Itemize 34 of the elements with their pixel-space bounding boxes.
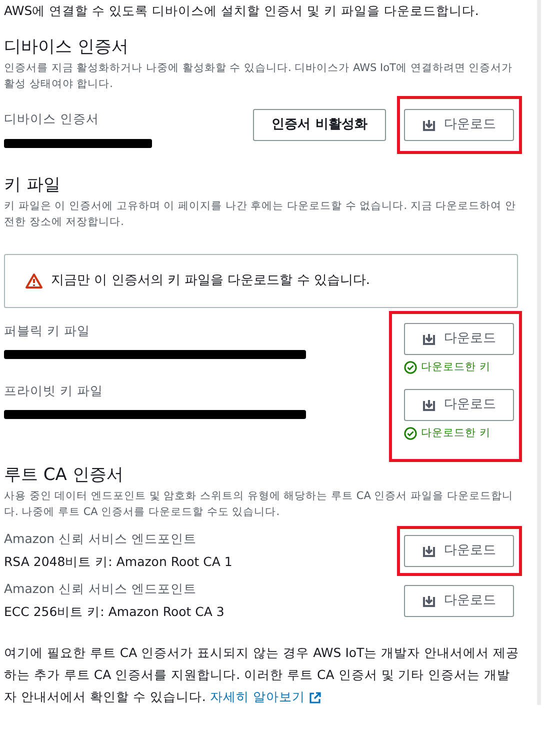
field-label: Amazon 신뢰 서비스 엔드포인트	[4, 530, 198, 548]
download-button[interactable]: 다운로드	[404, 585, 514, 617]
learn-more-link[interactable]: 자세히 알아보기	[210, 689, 321, 704]
download-icon	[422, 118, 436, 132]
external-link-icon	[308, 692, 321, 704]
download-button[interactable]: 다운로드	[404, 109, 514, 141]
status-text: 다운로드한 키	[404, 360, 514, 376]
section-heading: 디바이스 인증서	[4, 36, 130, 58]
intro-text: AWS에 연결할 수 있도록 디바이스에 설치할 인증서 및 키 파일을 다운로드합니다.	[4, 2, 480, 20]
download-icon	[422, 544, 436, 558]
field-value: ECC 256비트 키: Amazon Root CA 3	[4, 603, 226, 621]
section-description: 키 파일은 이 인증서에 고유하며 이 페이지를 나간 후에는 다운로드할 수 없습니다. 지금 다운로드하여 안전한 장소에 저장합니다.	[4, 199, 518, 230]
section-heading: 루트 CA 인증서	[4, 464, 124, 486]
download-button[interactable]: 다운로드	[404, 535, 514, 567]
alert-text: 지금만 이 인증서의 키 파일을 다운로드할 수 있습니다.	[51, 272, 370, 290]
download-button[interactable]: 다운로드	[404, 389, 514, 421]
status-text: 다운로드한 키	[404, 426, 514, 442]
download-icon	[422, 332, 436, 346]
download-icon	[422, 594, 436, 608]
warning-icon	[25, 273, 43, 289]
field-value: RSA 2048비트 키: Amazon Root CA 1	[4, 553, 234, 571]
download-button[interactable]: 다운로드	[404, 323, 514, 355]
section-heading: 키 파일	[4, 174, 62, 196]
field-label: Amazon 신뢰 서비스 엔드포인트	[4, 580, 198, 598]
field-label: 디바이스 인증서	[4, 110, 100, 128]
section-description: 사용 중인 데이터 엔드포인트 및 암호화 스위트의 유형에 해당하는 루트 CA 인증서 파일을 다운로드합니다. 나중에 루트 CA 인증서를 다운로드할 수도 있습니다.	[4, 489, 514, 520]
field-label: 퍼블릭 키 파일	[4, 322, 91, 340]
download-icon	[422, 398, 436, 412]
footer-paragraph: 여기에 필요한 루트 CA 인증서가 표시되지 않는 경우 AWS IoT는 개발자 안내서에서 제공하는 추가 루트 CA 인증서를 지원합니다. 이러한 루트 CA 인증서 및 기타 인증서는 개발자 안내서에서 확인할 수 있습니다. 자세히 알아보기	[4, 644, 520, 706]
section-description: 인증서를 지금 활성화하거나 나중에 활성화할 수 있습니다. 디바이스가 AWS IoT에 연결하려면 인증서가 활성 상태여야 합니다.	[4, 61, 514, 92]
field-label: 프라이빗 키 파일	[4, 382, 104, 400]
check-circle-icon	[404, 361, 417, 374]
deactivate-button[interactable]: 인증서 비활성화	[253, 109, 386, 141]
check-circle-icon	[404, 427, 417, 440]
